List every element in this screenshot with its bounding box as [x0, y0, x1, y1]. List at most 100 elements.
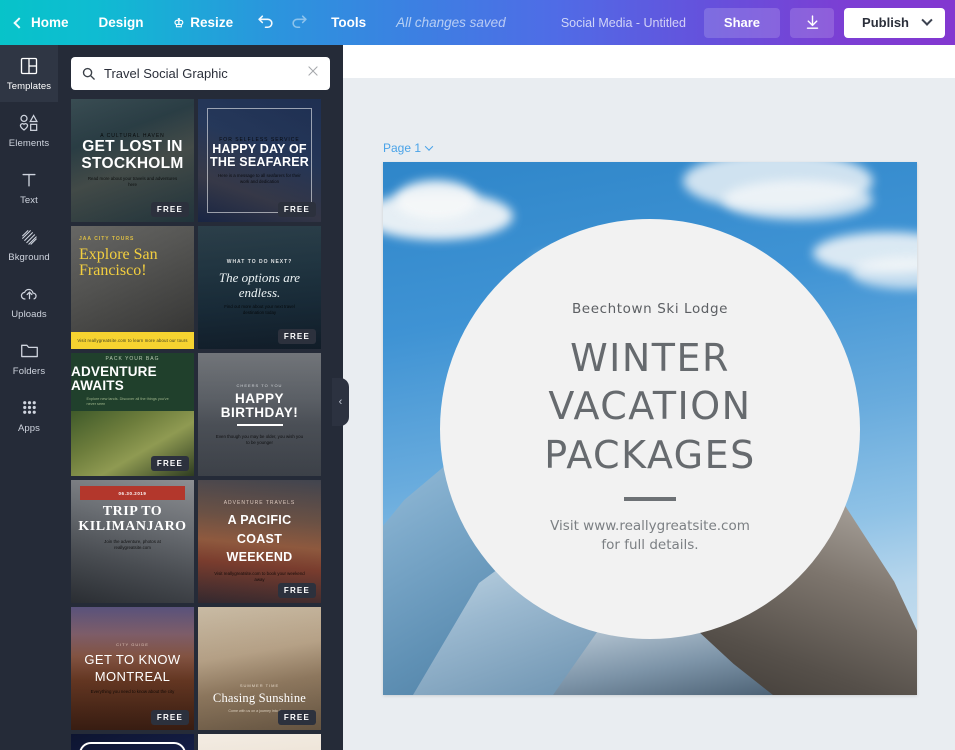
chevron-left-icon: ‹	[339, 396, 343, 408]
save-status: All changes saved	[381, 0, 521, 45]
template-thumbnail[interactable]: WHAT TO DO NEXT? The options are endless…	[198, 226, 321, 349]
publish-button[interactable]: Publish	[844, 8, 945, 38]
template-subtitle: Read more about your travels and adventu…	[87, 176, 179, 188]
sidebar-label-text: Text	[20, 195, 38, 206]
sidebar-label-folders: Folders	[13, 366, 45, 377]
template-header-band: PACK YOUR BAG ADVENTURE AWAITS Explore n…	[71, 353, 194, 411]
design-divider	[624, 497, 676, 501]
download-button[interactable]	[790, 8, 834, 38]
sidebar-item-uploads[interactable]: Uploads	[0, 273, 58, 330]
template-subtitle: Here is a message to all seafarers for t…	[214, 173, 306, 185]
template-thumbnail[interactable]: SUMMER TIME Chasing Sunshine Come with u…	[198, 607, 321, 730]
template-kicker: WHAT TO DO NEXT?	[227, 259, 293, 265]
template-kicker: JAA City Tours	[79, 236, 134, 242]
share-label: Share	[724, 15, 760, 30]
document-title[interactable]: Social Media - Untitled	[561, 16, 686, 30]
template-kicker: A CULTURAL HAVEN	[100, 133, 165, 139]
free-badge: FREE	[278, 583, 316, 598]
design-canvas[interactable]: Beechtown Ski Lodge WINTER VACATION PACK…	[383, 162, 917, 695]
templates-panel: A CULTURAL HAVEN GET LOST IN STOCKHOLM R…	[58, 45, 343, 750]
chevron-down-icon	[425, 142, 433, 150]
sidebar-label-templates: Templates	[7, 81, 51, 92]
share-button[interactable]: Share	[704, 8, 780, 38]
redo-icon	[290, 13, 309, 32]
template-title: A PACIFIC COAST WEEKEND	[204, 511, 315, 567]
template-thumbnail[interactable]: ADVENTURE TRAVELS A PACIFIC COAST WEEKEN…	[198, 480, 321, 603]
template-thumbnail[interactable]: JAA City Tours Explore San Francisco! Vi…	[71, 226, 194, 349]
template-title: Explore San Francisco!	[79, 247, 186, 279]
canvas-work-area: Page 1 Beechtown Ski Lodge WINTER VACATI…	[343, 45, 955, 750]
template-title: ADVENTURE AWAITS	[71, 365, 194, 393]
design-kicker: Beechtown Ski Lodge	[572, 301, 728, 317]
design-label: Design	[99, 15, 144, 30]
sidebar-item-templates[interactable]: Templates	[0, 45, 58, 102]
template-subtitle: Visit reallygreatsite.com to book your w…	[214, 571, 306, 583]
sidebar-item-text[interactable]: Text	[0, 159, 58, 216]
template-thumbnail[interactable]: FOR SELFLESS SERVICE HAPPY DAY OF THE SE…	[198, 99, 321, 222]
template-kicker: SUMMER TIME	[240, 683, 279, 688]
design-button[interactable]: Design	[84, 0, 159, 45]
template-thumbnail[interactable]	[198, 734, 321, 750]
template-kicker: CITY GUIDE	[116, 642, 149, 647]
template-title: HAPPY BIRTHDAY!	[204, 392, 315, 420]
template-thumbnail[interactable]: CHEERS TO YOU HAPPY BIRTHDAY! Even thoug…	[198, 353, 321, 476]
template-subtitle: Find out more about your next travel des…	[214, 304, 306, 316]
design-footer-line-2: for full details.	[601, 536, 698, 556]
template-subtitle: Join the adventure, photos at reallygrea…	[87, 539, 179, 551]
sidebar-label-apps: Apps	[18, 423, 40, 434]
undo-button[interactable]	[248, 0, 282, 45]
template-thumbnail[interactable]: PACK YOUR BAG ADVENTURE AWAITS Explore n…	[71, 353, 194, 476]
uploads-icon	[19, 284, 40, 304]
sidebar-item-background[interactable]: Bkground	[0, 216, 58, 273]
free-badge: FREE	[151, 456, 189, 471]
panel-collapse-handle[interactable]: ‹	[332, 378, 349, 426]
crown-icon: ♔	[174, 17, 185, 29]
design-title-line-1: WINTER	[570, 334, 730, 382]
close-icon	[306, 64, 320, 78]
folders-icon	[19, 341, 40, 361]
background-icon	[19, 227, 39, 247]
cloud-shape	[395, 180, 477, 220]
template-title: Chasing Sunshine	[213, 692, 306, 705]
template-kicker: PACK YOUR BAG	[106, 356, 160, 362]
design-title-line-3: PACKAGES	[544, 431, 756, 479]
home-button[interactable]: Home	[0, 0, 84, 45]
tools-button[interactable]: Tools	[316, 0, 381, 45]
free-badge: FREE	[151, 710, 189, 725]
design-footer-line-1: Visit www.reallygreatsite.com	[550, 517, 750, 537]
templates-grid: A CULTURAL HAVEN GET LOST IN STOCKHOLM R…	[58, 99, 343, 750]
text-icon	[19, 170, 39, 190]
chevron-down-icon	[921, 14, 932, 25]
clear-search-button[interactable]	[300, 64, 320, 83]
sidebar-item-elements[interactable]: Elements	[0, 102, 58, 159]
sidebar-label-elements: Elements	[9, 138, 49, 149]
resize-button[interactable]: ♔ Resize	[159, 0, 249, 45]
template-kicker: ADVENTURE TRAVELS	[224, 500, 296, 506]
left-rail: Templates Elements Text	[0, 45, 58, 750]
cloud-shape	[723, 180, 873, 220]
search-box[interactable]	[71, 57, 330, 90]
redo-button[interactable]	[282, 0, 316, 45]
free-badge: FREE	[278, 329, 316, 344]
home-label: Home	[31, 15, 69, 30]
search-input[interactable]	[96, 66, 300, 81]
save-status-label: All changes saved	[396, 15, 506, 30]
template-thumbnail[interactable]: CITY GUIDE GET TO KNOW MONTREAL Everythi…	[71, 607, 194, 730]
page-selector[interactable]: Page 1	[383, 141, 432, 155]
undo-icon	[256, 13, 275, 32]
sidebar-label-background: Bkground	[8, 252, 49, 263]
template-title: The options are endless.	[204, 271, 315, 300]
search-icon	[81, 66, 96, 81]
template-thumbnail[interactable]	[71, 734, 194, 750]
sidebar-item-apps[interactable]: Apps	[0, 387, 58, 444]
design-text-circle: Beechtown Ski Lodge WINTER VACATION PACK…	[440, 219, 860, 639]
top-toolbar-right: Social Media - Untitled Share Publish	[561, 0, 955, 45]
template-thumbnail[interactable]: A CULTURAL HAVEN GET LOST IN STOCKHOLM R…	[71, 99, 194, 222]
sidebar-label-uploads: Uploads	[11, 309, 47, 320]
template-thumbnail[interactable]: 06.30.2019 TRIP TO KILIMANJARO Join the …	[71, 480, 194, 603]
divider	[237, 424, 283, 426]
design-title-line-2: VACATION	[548, 382, 751, 430]
sidebar-item-folders[interactable]: Folders	[0, 330, 58, 387]
resize-label: Resize	[190, 15, 233, 30]
templates-icon	[19, 56, 39, 76]
